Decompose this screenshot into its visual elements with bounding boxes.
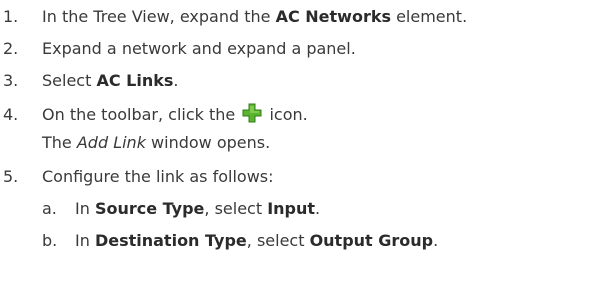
- option-value: Input: [267, 199, 316, 218]
- substep-text: In Source Type, select Input.: [75, 199, 321, 218]
- step-text: In the Tree View, expand the AC Networks…: [42, 7, 468, 26]
- step-result-text: The Add Link window opens.: [42, 133, 271, 152]
- option-value: Output Group: [309, 231, 434, 250]
- window-name: Add Link: [76, 133, 146, 152]
- substep-text: In Destination Type, select Output Group…: [75, 231, 439, 250]
- green-plus-icon: [242, 103, 262, 123]
- step-text: Expand a network and expand a panel.: [42, 39, 356, 58]
- step-number: 2.: [3, 39, 19, 58]
- substep-letter: a.: [42, 199, 57, 218]
- step-number: 3.: [3, 71, 19, 90]
- step-number: 1.: [3, 7, 19, 26]
- substep-letter: b.: [42, 231, 58, 250]
- step-number: 4.: [3, 105, 19, 124]
- field-name: Destination Type: [94, 231, 247, 250]
- step-text: On the toolbar, click the icon.: [42, 103, 308, 124]
- step-text: Select AC Links.: [42, 71, 179, 90]
- field-name: Source Type: [94, 199, 205, 218]
- ui-element-name: AC Links: [96, 71, 174, 90]
- procedure-steps: 1. In the Tree View, expand the AC Netwo…: [0, 0, 601, 289]
- step-number: 5.: [3, 167, 19, 186]
- ui-element-name: AC Networks: [275, 7, 391, 26]
- step-text: Configure the link as follows:: [42, 167, 274, 186]
